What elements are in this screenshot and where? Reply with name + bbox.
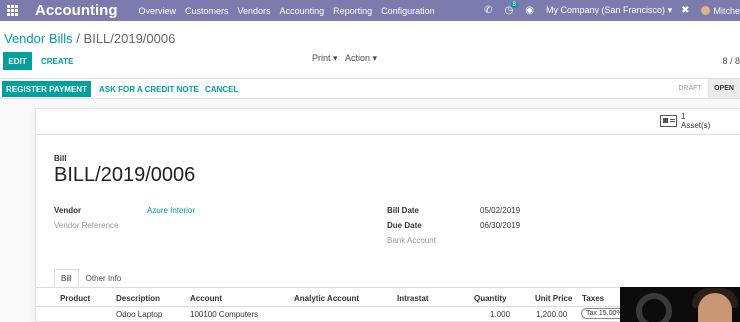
breadcrumb-vendor-bills[interactable]: Vendor Bills xyxy=(4,31,73,46)
pager-value[interactable]: 8 / 8 xyxy=(722,56,740,66)
line-description[interactable]: Odoo Laptop xyxy=(116,310,162,319)
col-header-account[interactable]: Account xyxy=(190,294,222,303)
chat-icon[interactable]: ◉ xyxy=(525,5,534,16)
tab-bill[interactable]: Bill xyxy=(54,269,79,288)
company-switcher[interactable]: My Company (San Francisco) ▾ xyxy=(546,5,672,16)
notebook-tabs: Bill Other Info xyxy=(54,269,128,288)
tab-other-info[interactable]: Other Info xyxy=(79,269,129,288)
cancel-button[interactable]: CANCEL xyxy=(205,81,238,97)
vendor-field[interactable]: Azure Interior xyxy=(147,206,195,215)
col-header-analytic-account[interactable]: Analytic Account xyxy=(294,294,359,303)
line-unit-price[interactable]: 1,200.00 xyxy=(536,310,567,319)
breadcrumb-current: BILL/2019/0006 xyxy=(83,31,176,46)
button-box: 1 Asset(s) xyxy=(36,109,740,135)
line-account[interactable]: 100100 Computers xyxy=(190,310,258,319)
page-title: BILL/2019/0006 xyxy=(54,164,196,186)
print-label: Print xyxy=(312,53,331,63)
action-dropdown[interactable]: Action ▾ xyxy=(345,53,377,64)
col-header-quantity[interactable]: Quantity xyxy=(474,294,506,303)
avatar xyxy=(701,6,711,15)
menu-item-reporting[interactable]: Reporting xyxy=(333,6,372,16)
user-name: Mitche xyxy=(713,5,740,16)
webcam-overlay xyxy=(620,287,740,322)
activity-icon[interactable]: ◷ 8 xyxy=(505,2,518,16)
col-header-description[interactable]: Description xyxy=(116,294,160,303)
phone-icon[interactable]: ✆ xyxy=(484,5,492,16)
status-bar: REGISTER PAYMENT ASK FOR A CREDIT NOTE C… xyxy=(0,78,740,99)
document-type-label: Bill xyxy=(54,154,67,163)
stage-open[interactable]: OPEN xyxy=(708,79,740,98)
app-name[interactable]: Accounting xyxy=(35,2,118,19)
user-menu[interactable]: Mitche xyxy=(701,6,740,16)
col-header-unit-price[interactable]: Unit Price xyxy=(535,294,572,303)
assets-smart-button-text: 1 Asset(s) xyxy=(681,112,710,130)
bank-account-label: Bank Account xyxy=(387,236,436,245)
vendor-label: Vendor xyxy=(54,206,82,215)
menu-item-vendors[interactable]: Vendors xyxy=(238,6,271,16)
menu-item-overview[interactable]: Overview xyxy=(139,6,177,16)
col-header-product[interactable]: Product xyxy=(60,294,90,303)
breadcrumb: Vendor Bills / BILL/2019/0006 xyxy=(4,31,175,46)
debug-icon[interactable]: ✖ xyxy=(681,5,689,16)
asset-card-icon xyxy=(660,115,677,127)
col-header-intrastat[interactable]: Intrastat xyxy=(397,294,429,303)
assets-label: Asset(s) xyxy=(681,121,711,130)
bill-date-field[interactable]: 05/02/2019 xyxy=(480,206,520,215)
apps-menu-icon[interactable] xyxy=(0,0,24,21)
webcam-person-face xyxy=(698,293,732,322)
due-date-label: Due Date xyxy=(387,221,422,230)
webcam-logo-mark xyxy=(636,293,672,322)
activity-badge: 8 xyxy=(510,2,518,8)
create-button[interactable]: CREATE xyxy=(41,52,73,70)
top-navbar: Accounting Overview Customers Vendors Ac… xyxy=(0,0,740,21)
assets-smart-button[interactable]: 1 Asset(s) xyxy=(660,112,710,130)
navbar-systray: ✆ ◷ 8 ◉ My Company (San Francisco) ▾ ✖ Mi… xyxy=(484,0,740,21)
menu-item-accounting[interactable]: Accounting xyxy=(280,6,325,16)
vendor-reference-label: Vendor Reference xyxy=(54,221,119,230)
line-quantity[interactable]: 1.000 xyxy=(490,310,510,319)
breadcrumb-separator: / xyxy=(76,31,80,46)
bill-date-label: Bill Date xyxy=(387,206,420,215)
print-dropdown[interactable]: Print ▾ xyxy=(312,53,338,64)
col-header-taxes[interactable]: Taxes xyxy=(582,294,604,303)
action-label: Action xyxy=(345,53,371,63)
company-name: My Company (San Francisco) xyxy=(546,5,666,15)
credit-note-button[interactable]: ASK FOR A CREDIT NOTE xyxy=(99,81,199,97)
register-payment-button[interactable]: REGISTER PAYMENT xyxy=(2,81,91,97)
edit-button[interactable]: EDIT xyxy=(3,52,32,70)
menu-item-customers[interactable]: Customers xyxy=(185,6,229,16)
assets-count: 1 xyxy=(681,112,686,121)
menu-item-configuration[interactable]: Configuration xyxy=(381,6,435,16)
due-date-field[interactable]: 06/30/2019 xyxy=(480,221,520,230)
main-menu: Overview Customers Vendors Accounting Re… xyxy=(139,6,444,16)
